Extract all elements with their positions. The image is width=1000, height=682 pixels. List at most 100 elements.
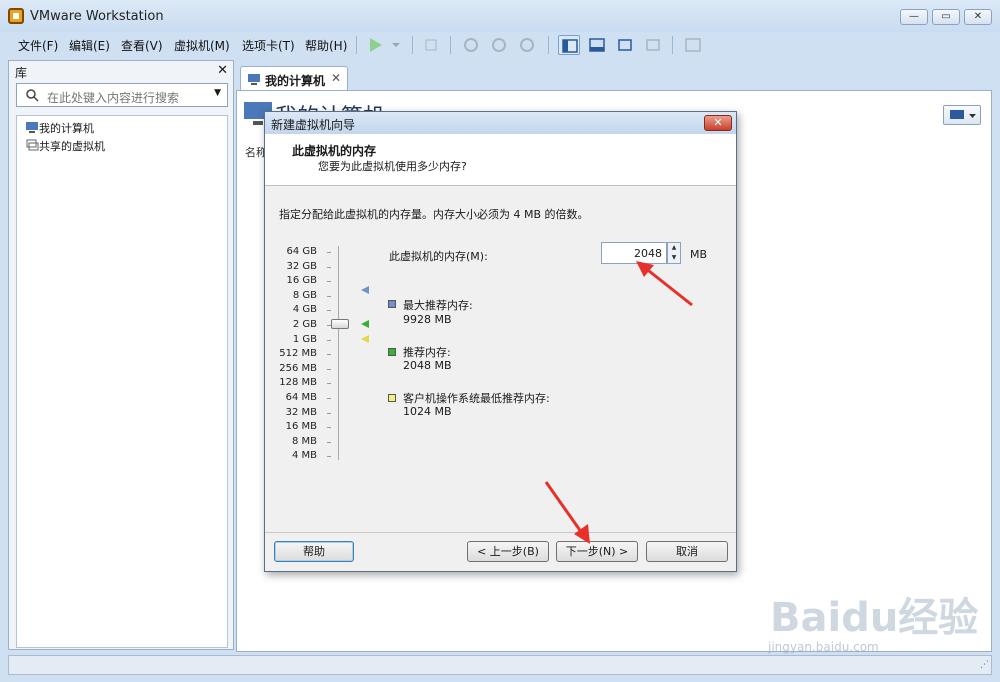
guest-min-label: 客户机操作系统最低推荐内存: — [403, 392, 550, 405]
console-view-icon[interactable] — [682, 35, 704, 55]
memory-scale-tick — [327, 295, 331, 297]
dialog-heading: 此虚拟机的内存 — [292, 144, 377, 158]
tab-label: 我的计算机 — [265, 74, 326, 88]
show-library-icon[interactable] — [558, 35, 580, 55]
vmware-logo-icon — [8, 8, 24, 24]
dialog-subheading: 您要为此虚拟机使用多少内存? — [318, 160, 467, 173]
recommended-label: 推荐内存: — [403, 346, 451, 359]
menu-help[interactable]: 帮助(H) — [305, 37, 347, 54]
memory-scale-tick — [327, 368, 331, 370]
memory-scale-tick — [327, 383, 331, 385]
toolbar-separator — [548, 36, 549, 54]
search-placeholder: 在此处键入内容进行搜索 — [47, 91, 180, 105]
recommended-swatch — [388, 348, 396, 356]
full-screen-icon[interactable] — [614, 35, 636, 55]
menu-vm[interactable]: 虚拟机(M) — [174, 37, 230, 54]
unity-icon[interactable] — [642, 35, 664, 55]
resize-grip-icon[interactable]: ⋰ — [980, 660, 989, 670]
cancel-button[interactable]: 取消 — [646, 541, 728, 562]
send-ctrl-alt-del-icon[interactable] — [420, 35, 442, 55]
memory-scale-label: 32 GB — [286, 260, 317, 272]
power-dropdown-icon[interactable] — [386, 35, 408, 55]
thumbnail-bar-icon[interactable] — [586, 35, 608, 55]
memory-scale-tick — [327, 412, 331, 414]
max-recommended-value: 9928 MB — [403, 313, 452, 326]
memory-scale-label: 512 MB — [279, 348, 317, 360]
shared-vm-icon — [26, 139, 39, 151]
tree-item-my-computer[interactable]: 我的计算机 — [39, 120, 94, 136]
memory-scale-label: 256 MB — [279, 362, 317, 374]
tree-item-shared-vms[interactable]: 共享的虚拟机 — [39, 138, 105, 154]
memory-scale-tick — [327, 266, 331, 268]
maximize-button[interactable]: ▭ — [932, 9, 960, 25]
menu-file[interactable]: 文件(F) — [18, 37, 58, 54]
dialog-title-bar: 新建虚拟机向导 ✕ — [265, 112, 736, 134]
watermark-url: jingyan.baidu.com — [768, 640, 879, 654]
minimize-button[interactable]: — — [900, 9, 928, 25]
memory-scale-label: 128 MB — [279, 377, 317, 389]
dialog-header: 此虚拟机的内存 您要为此虚拟机使用多少内存? — [265, 134, 736, 186]
memory-scale-tick — [327, 310, 331, 312]
memory-scale-label: 8 GB — [292, 289, 317, 301]
revert-snapshot-icon[interactable] — [488, 35, 510, 55]
window-title: VMware Workstation — [30, 9, 164, 24]
toolbar-separator — [450, 36, 451, 54]
computer-icon — [26, 122, 38, 133]
memory-scale-label: 1 GB — [292, 333, 317, 345]
max-recommended-swatch — [388, 300, 396, 308]
memory-slider-thumb[interactable] — [331, 319, 349, 329]
status-bar: ⋰ — [8, 655, 992, 675]
menu-edit[interactable]: 编辑(E) — [69, 37, 110, 54]
memory-scale-tick — [327, 456, 331, 458]
footer-divider — [265, 532, 736, 533]
memory-scale-label: 8 MB — [291, 435, 317, 447]
annotation-arrow — [544, 481, 590, 544]
snapshot-icon[interactable] — [460, 35, 482, 55]
recommended-marker — [361, 320, 369, 328]
back-button[interactable]: < 上一步(B) — [467, 541, 549, 562]
annotation-arrow — [636, 261, 693, 307]
monitor-icon — [950, 110, 976, 119]
guest-min-value: 1024 MB — [403, 405, 452, 418]
toolbar-separator — [356, 36, 357, 54]
search-icon — [26, 89, 39, 102]
computer-icon — [248, 74, 260, 85]
memory-scale-label: 64 GB — [286, 246, 317, 257]
memory-scale-tick — [327, 427, 331, 429]
memory-scale-label: 4 GB — [292, 304, 317, 316]
memory-scale-tick — [327, 354, 331, 356]
memory-label: 此虚拟机的内存(M): — [389, 250, 488, 263]
memory-scale-label: 16 MB — [285, 421, 317, 433]
toolbar-separator — [412, 36, 413, 54]
chevron-down-icon[interactable]: ▼ — [214, 88, 221, 98]
recommended-value: 2048 MB — [403, 359, 452, 372]
max-recommended-label: 最大推荐内存: — [403, 299, 473, 312]
library-panel: 库 ✕ 在此处键入内容进行搜索 ▼ 我的计算机 共享的虚拟机 — [8, 60, 234, 650]
close-window-button[interactable]: ✕ — [964, 9, 992, 25]
guest-min-marker — [361, 335, 369, 343]
memory-scale-tick — [327, 339, 331, 341]
new-vm-wizard-dialog: 新建虚拟机向导 ✕ 此虚拟机的内存 您要为此虚拟机使用多少内存? 指定分配给此虚… — [264, 111, 737, 572]
help-button[interactable]: 帮助 — [274, 541, 354, 562]
view-options-button[interactable] — [943, 105, 981, 125]
snapshot-manager-icon[interactable] — [516, 35, 538, 55]
max-recommended-marker — [361, 286, 369, 294]
memory-scale-tick — [327, 281, 331, 283]
memory-scale-label: 32 MB — [285, 406, 317, 418]
memory-slider-track[interactable] — [338, 246, 339, 460]
close-tab-icon[interactable]: ✕ — [331, 71, 341, 85]
title-bar: VMware Workstation — ▭ ✕ — [0, 0, 1000, 32]
dialog-close-button[interactable]: ✕ — [704, 115, 732, 131]
memory-scale-label: 64 MB — [285, 392, 317, 403]
menu-bar: 文件(F) 编辑(E) 查看(V) 虚拟机(M) 选项卡(T) 帮助(H) — [8, 32, 992, 58]
memory-scale-tick — [327, 252, 331, 253]
memory-scale-tick — [327, 441, 331, 443]
tab-my-computer[interactable]: 我的计算机 ✕ — [240, 66, 348, 90]
menu-view[interactable]: 查看(V) — [121, 37, 163, 54]
power-on-icon[interactable] — [364, 35, 386, 55]
close-library-icon[interactable]: ✕ — [217, 63, 228, 78]
menu-tabs[interactable]: 选项卡(T) — [242, 37, 295, 54]
memory-scale-label: 16 GB — [286, 275, 317, 287]
library-title: 库 — [15, 66, 28, 80]
library-search-input[interactable]: 在此处键入内容进行搜索 ▼ — [16, 83, 228, 107]
